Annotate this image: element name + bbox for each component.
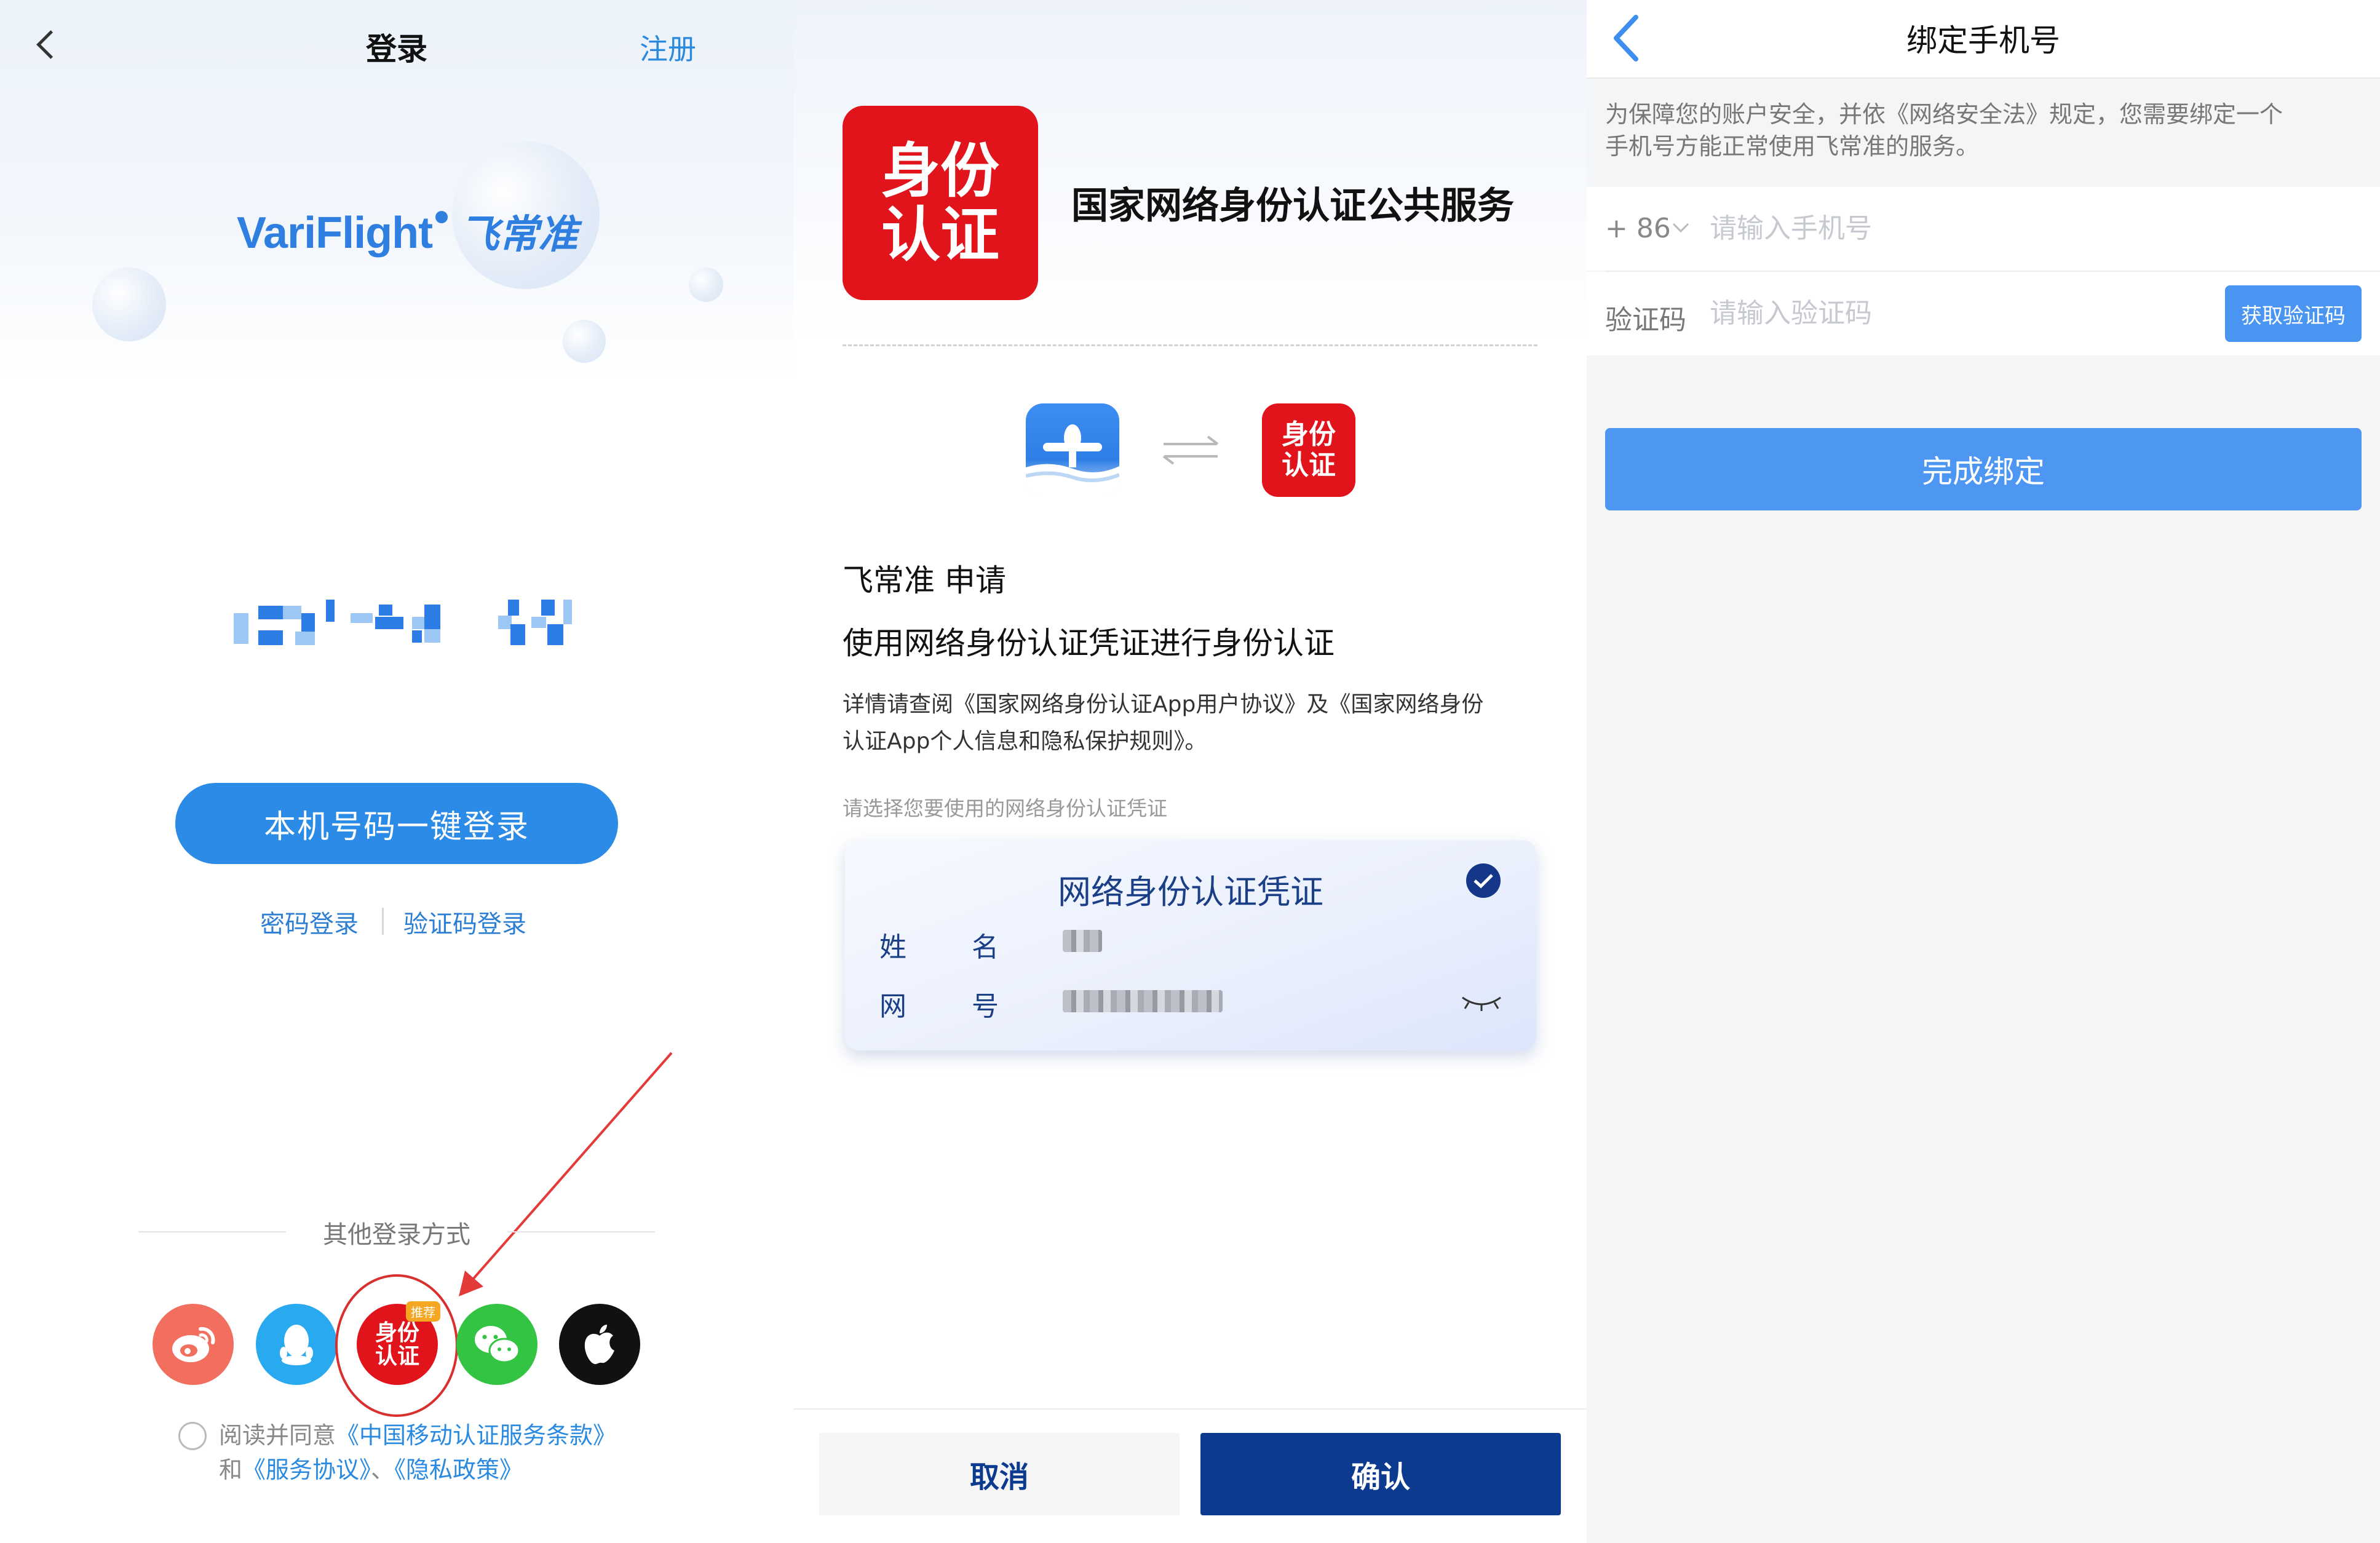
agreement-and: 和 <box>219 1456 243 1483</box>
details-text: 详情请查阅《国家网络身份认证App用户协议》及《国家网络身份 认证App个人信息… <box>843 686 1544 760</box>
dashed-divider <box>843 344 1537 346</box>
code-row: 验证码 获取验证码 <box>1587 272 2380 355</box>
register-link[interactable]: 注册 <box>640 27 696 68</box>
id-label-char1: 网 <box>879 991 906 1022</box>
registered-mark-icon <box>435 211 448 223</box>
code-label: 验证码 <box>1605 304 1686 336</box>
one-click-login-button[interactable]: 本机号码一键登录 <box>175 783 618 864</box>
service-agreement-link[interactable]: 《服务协议》 <box>242 1456 371 1483</box>
small-logo-line2: 认证 <box>1282 450 1336 481</box>
password-login-link[interactable]: 密码登录 <box>260 904 359 940</box>
variflight-logo: VariFlight 飞常准 <box>237 203 577 260</box>
masked-id-number <box>1063 990 1223 1012</box>
qq-icon[interactable] <box>256 1304 337 1385</box>
security-notice: 为保障您的账户安全，并依《网络安全法》规定，您需要绑定一个 手机号方能正常使用飞… <box>1605 98 2368 162</box>
id-auth-screen: 身份 认证 国家网络身份认证公共服务 身份 认证 飞常准 申请 使用网络身份认证… <box>793 0 1587 1543</box>
agreement-sep: 、 <box>371 1456 395 1483</box>
notice-line1: 为保障您的账户安全，并依《网络安全法》规定，您需要绑定一个 <box>1605 101 2283 128</box>
phone-row: + 86 <box>1587 187 2380 271</box>
other-methods-divider-right <box>507 1231 655 1232</box>
action-bar: 取消 确认 <box>793 1408 1587 1543</box>
bind-phone-screen: 绑定手机号 为保障您的账户安全，并依《网络安全法》规定，您需要绑定一个 手机号方… <box>1587 0 2380 1543</box>
page-title: 绑定手机号 <box>1906 23 2060 58</box>
id-label-char2: 号 <box>972 991 999 1022</box>
notice-line2: 手机号方能正常使用飞常准的服务。 <box>1605 133 1980 160</box>
cancel-button[interactable]: 取消 <box>819 1433 1180 1515</box>
wechat-icon[interactable] <box>456 1304 537 1385</box>
apple-icon[interactable] <box>559 1304 640 1385</box>
complete-binding-button[interactable]: 完成绑定 <box>1605 428 2362 510</box>
details-line1: 详情请查阅《国家网络身份认证App用户协议》及《国家网络身份 <box>843 692 1484 717</box>
other-methods-label: 其他登录方式 <box>323 1221 470 1249</box>
code-input[interactable] <box>1710 293 2251 333</box>
logo-en: VariFlight <box>237 208 433 258</box>
privacy-policy-link[interactable]: 《隐私政策》 <box>394 1456 523 1483</box>
login-screen: 登录 注册 VariFlight 飞常准 本机号码一键登录 密码登录 验证码登录 <box>0 0 793 1543</box>
service-title: 国家网络身份认证公共服务 <box>1071 184 1514 228</box>
credential-card[interactable]: 网络身份认证凭证 姓 名 网 号 <box>845 840 1536 1050</box>
confirm-button[interactable]: 确认 <box>1200 1433 1561 1515</box>
decor-bubble <box>689 268 723 302</box>
small-logo-line1: 身份 <box>1282 419 1336 450</box>
phone-input[interactable] <box>1710 208 2349 248</box>
id-auth-app-logo: 身份 认证 <box>843 106 1038 300</box>
agree-checkbox[interactable] <box>178 1422 207 1450</box>
logo-line2: 认证 <box>881 200 999 269</box>
highlight-circle <box>335 1274 458 1417</box>
name-label-char1: 姓 <box>879 932 906 963</box>
country-code-select[interactable]: + 86 <box>1605 213 1671 244</box>
masked-phone-number <box>234 600 578 649</box>
apply-line: 飞常准 申请 <box>843 563 1006 598</box>
chevron-down-icon[interactable] <box>1672 221 1690 235</box>
agreement-text: 阅读并同意《中国移动认证服务条款》和《服务协议》、《隐私政策》 <box>219 1418 637 1487</box>
choose-hint: 请选择您要使用的网络身份认证凭证 <box>843 796 1167 820</box>
back-chevron-icon[interactable] <box>1611 14 1642 63</box>
annotation-arrow-icon <box>459 1052 673 1296</box>
variflight-app-icon <box>1026 403 1119 497</box>
details-line2: 认证App个人信息和隐私保护规则》。 <box>843 729 1207 754</box>
logo-cn: 飞常准 <box>459 212 578 258</box>
masked-name <box>1063 930 1102 952</box>
weibo-icon[interactable] <box>153 1304 234 1385</box>
decor-bubble <box>92 268 166 341</box>
purpose-line: 使用网络身份认证凭证进行身份认证 <box>843 625 1335 661</box>
agreement-prefix: 阅读并同意 <box>219 1422 336 1449</box>
eye-closed-icon[interactable] <box>1460 994 1503 1012</box>
page-title: 登录 <box>366 31 427 67</box>
code-login-link[interactable]: 验证码登录 <box>403 904 526 940</box>
decor-bubble <box>563 320 606 363</box>
nav-bar: 绑定手机号 <box>1587 0 2380 79</box>
cmcc-terms-link[interactable]: 《中国移动认证服务条款》 <box>336 1422 616 1449</box>
other-methods-divider-left <box>138 1231 286 1232</box>
id-auth-small-icon: 身份 认证 <box>1262 403 1355 497</box>
link-divider <box>382 908 384 935</box>
get-code-button[interactable]: 获取验证码 <box>2225 285 2362 342</box>
selected-check-icon <box>1466 863 1501 898</box>
name-label-char2: 名 <box>972 932 999 963</box>
credential-card-title: 网络身份认证凭证 <box>1058 873 1323 911</box>
logo-line1: 身份 <box>881 136 999 205</box>
exchange-arrows-icon <box>1162 435 1219 465</box>
